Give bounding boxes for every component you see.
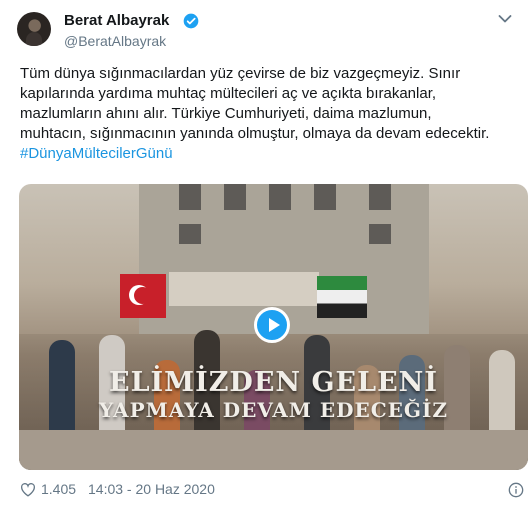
syrian-flag — [317, 276, 367, 318]
chevron-down-icon[interactable] — [498, 14, 512, 24]
video-caption-line2: YAPMAYA DEVAM EDECEĞİZ — [99, 398, 448, 422]
avatar[interactable] — [17, 12, 51, 46]
like-count[interactable]: 1.405 — [41, 481, 76, 497]
tweet-line: kapılarında yardıma muhtaç mültecileri a… — [20, 85, 437, 102]
verified-badge-icon — [183, 13, 199, 29]
author-name[interactable]: Berat Albayrak — [64, 12, 169, 29]
video-player[interactable]: ELİMİZDEN GELENİ YAPMAYA DEVAM EDECEĞİZ — [19, 184, 528, 470]
hashtag-link[interactable]: #DünyaMültecilerGünü — [20, 144, 520, 164]
tweet-line: muhtacın, sığınmacının yanında olmuştur,… — [20, 125, 490, 142]
wall-sign — [169, 272, 319, 306]
tweet-line: mazlumların ahını alır. Türkiye Cumhuriy… — [20, 105, 432, 122]
play-button-icon[interactable] — [254, 307, 290, 343]
author-handle[interactable]: @BeratAlbayrak — [64, 33, 166, 49]
info-icon[interactable] — [508, 482, 524, 498]
turkish-flag — [120, 274, 166, 318]
tweet-line: Tüm dünya sığınmacılardan yüz çevirse de… — [20, 65, 461, 82]
tweet-text: Tüm dünya sığınmacılardan yüz çevirse de… — [20, 64, 520, 164]
ground — [19, 430, 528, 470]
video-caption-line1: ELİMİZDEN GELENİ — [108, 367, 438, 398]
heart-icon[interactable] — [20, 482, 36, 497]
tweet-timestamp[interactable]: 14:03 - 20 Haz 2020 — [88, 481, 215, 497]
